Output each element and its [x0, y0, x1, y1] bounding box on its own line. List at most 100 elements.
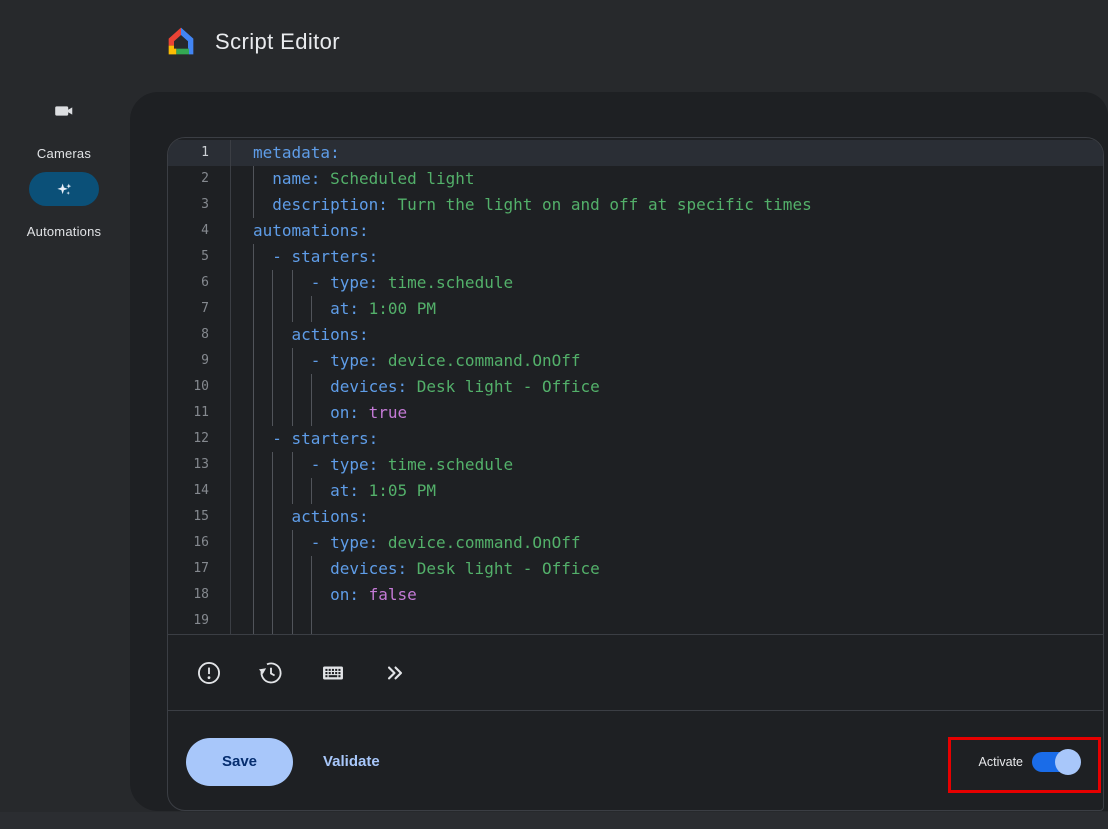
indent-guide [272, 608, 291, 634]
code-line[interactable]: 14at: 1:05 PM [168, 478, 1103, 504]
code-line[interactable]: 2name: Scheduled light [168, 166, 1103, 192]
indent-guide [292, 556, 311, 582]
code-token-val: 1:00 PM [359, 299, 436, 318]
code-line-content: devices: Desk light - Office [231, 556, 600, 582]
code-token-key: on: [330, 403, 359, 422]
line-number: 19 [168, 608, 231, 634]
code-line[interactable]: 3description: Turn the light on and off … [168, 192, 1103, 218]
save-button[interactable]: Save [186, 738, 293, 786]
sidebar-item-automations[interactable]: Automations [0, 172, 128, 239]
code-token-key: type: [330, 351, 378, 370]
activate-group: Activate [979, 752, 1076, 772]
indent-guide [292, 478, 311, 504]
code-line-content: actions: [231, 504, 369, 530]
code-line[interactable]: 7at: 1:00 PM [168, 296, 1103, 322]
line-number: 16 [168, 530, 231, 556]
indent-guide [253, 270, 272, 296]
code-line[interactable]: 17devices: Desk light - Office [168, 556, 1103, 582]
sidebar-item-label: Automations [0, 224, 128, 239]
code-token-key: devices: [330, 559, 407, 578]
double-chevron-icon[interactable] [382, 660, 408, 686]
validate-button[interactable]: Validate [323, 753, 380, 770]
indent-guide [292, 608, 311, 634]
code-line[interactable]: 10devices: Desk light - Office [168, 374, 1103, 400]
indent-guide [292, 296, 311, 322]
page-title: Script Editor [215, 29, 340, 55]
code-line[interactable]: 15actions: [168, 504, 1103, 530]
code-line[interactable]: 13- type: time.schedule [168, 452, 1103, 478]
code-line-content: - type: device.command.OnOff [231, 348, 581, 374]
code-token-val: Scheduled light [320, 169, 474, 188]
indent-guide [272, 530, 291, 556]
code-token-key: actions: [292, 325, 369, 344]
code-line[interactable]: 12- starters: [168, 426, 1103, 452]
line-number: 14 [168, 478, 231, 504]
code-line[interactable]: 11on: true [168, 400, 1103, 426]
indent-guide [253, 166, 272, 192]
code-editor[interactable]: 1metadata:2name: Scheduled light3descrip… [168, 138, 1103, 634]
code-line[interactable]: 6- type: time.schedule [168, 270, 1103, 296]
line-number: 1 [168, 140, 231, 166]
sidebar-item-cameras[interactable]: Cameras [0, 100, 128, 161]
problems-icon[interactable] [196, 660, 222, 686]
indent-guide [272, 322, 291, 348]
editor-panel: 1metadata:2name: Scheduled light3descrip… [167, 137, 1104, 811]
code-line[interactable]: 18on: false [168, 582, 1103, 608]
code-line[interactable]: 5- starters: [168, 244, 1103, 270]
code-line-content: automations: [231, 218, 369, 244]
keyboard-icon[interactable] [320, 660, 346, 686]
selected-pill [29, 172, 99, 206]
code-line[interactable]: 9- type: device.command.OnOff [168, 348, 1103, 374]
line-number: 9 [168, 348, 231, 374]
line-number: 10 [168, 374, 231, 400]
sparkle-icon [53, 178, 75, 200]
code-token-key: starters: [292, 429, 379, 448]
activate-toggle[interactable] [1032, 752, 1076, 772]
code-line-content: actions: [231, 322, 369, 348]
code-line[interactable]: 8actions: [168, 322, 1103, 348]
indent-guide [292, 582, 311, 608]
line-number: 2 [168, 166, 231, 192]
google-home-logo [165, 25, 197, 57]
code-line[interactable]: 1 metadata: [168, 140, 1103, 166]
indent-guide [272, 452, 291, 478]
code-line-content: at: 1:05 PM [231, 478, 436, 504]
indent-guide [253, 556, 272, 582]
code-line[interactable]: 4 automations: [168, 218, 1103, 244]
indent-guide [253, 192, 272, 218]
code-token-bool: false [359, 585, 417, 604]
code-token-key: metadata: [253, 143, 340, 162]
history-icon[interactable] [258, 660, 284, 686]
code-token-dash: - [272, 247, 291, 266]
activate-label: Activate [979, 755, 1023, 769]
line-number: 17 [168, 556, 231, 582]
code-token-key: at: [330, 299, 359, 318]
indent-guide [292, 400, 311, 426]
indent-guide [292, 348, 311, 374]
indent-guide [253, 530, 272, 556]
indent-guide [253, 400, 272, 426]
code-line-content: - starters: [231, 426, 378, 452]
code-token-key: type: [330, 273, 378, 292]
code-line-content: name: Scheduled light [231, 166, 475, 192]
action-row: Save Validate Activate [168, 710, 1103, 811]
code-line[interactable]: 19 [168, 608, 1103, 634]
code-line[interactable]: 16- type: device.command.OnOff [168, 530, 1103, 556]
app-header: Script Editor [0, 0, 1108, 92]
line-number: 15 [168, 504, 231, 530]
indent-guide [253, 504, 272, 530]
indent-guide [311, 400, 330, 426]
code-token-val: device.command.OnOff [378, 351, 580, 370]
indent-guide [311, 556, 330, 582]
code-token-dash: - [311, 273, 330, 292]
code-line-content: on: true [231, 400, 407, 426]
indent-guide [253, 478, 272, 504]
code-token-key: name: [272, 169, 320, 188]
code-token-key: type: [330, 455, 378, 474]
line-number: 4 [168, 218, 231, 244]
indent-guide [311, 374, 330, 400]
indent-guide [292, 374, 311, 400]
code-token-key: automations: [253, 221, 369, 240]
code-line-content: - type: time.schedule [231, 452, 513, 478]
code-token-key: starters: [292, 247, 379, 266]
